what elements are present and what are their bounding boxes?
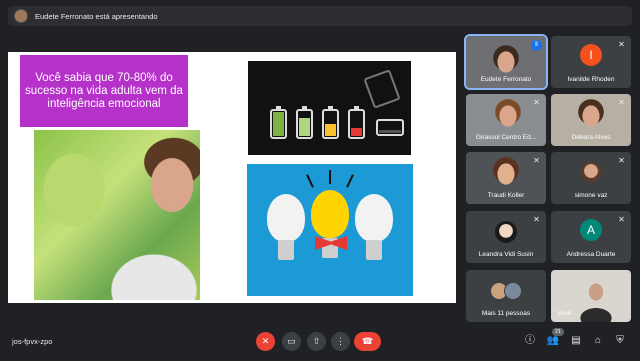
smiling-bulb-icon [311,190,349,238]
presenting-text: Eudete Ferronato está apresentando [35,11,158,21]
more-participants-tile[interactable]: Mais 11 pessoas [466,270,546,322]
participant-name: Andressa Duarte [566,251,616,258]
participant-name: Girassol Centro Ed... [475,134,537,141]
mic-off-icon: ✕ [533,215,540,224]
avatar: I [580,44,602,66]
participant-tile[interactable]: ✕ Traudi Koller [466,152,546,204]
light-bulbs-illustration [247,164,413,296]
avatar [581,162,601,182]
participant-name: simone vaz [574,192,608,199]
mic-off-icon: ✕ [618,156,625,165]
mic-off-icon[interactable]: ✕ [256,332,275,351]
meeting-code: jos-fpvx-zpo [12,337,53,346]
mic-off-icon: ✕ [533,156,540,165]
people-icon[interactable]: 👥 [546,334,560,348]
speaking-indicator-icon: ⦀ [531,40,542,51]
bulb-icon [267,194,305,242]
participant-tile[interactable]: ✕ simone vaz [551,152,631,204]
phone-icon [363,69,401,109]
participant-tile[interactable]: ✕ Debora Alves [551,94,631,146]
battery-icon [322,106,339,139]
host-controls-icon[interactable]: ⛨ [613,334,627,348]
presenter-avatar [14,9,28,23]
presenting-banner: Eudete Ferronato está apresentando [8,6,632,26]
battery-icon [270,106,287,139]
battery-icon [296,106,313,139]
avatar [495,221,517,243]
self-view-tile[interactable]: Você [551,270,631,322]
mic-off-icon: ✕ [618,40,625,49]
mic-off-icon: ✕ [618,215,625,224]
participant-name: Leandra Vidi Susin [478,251,534,258]
participant-name: Debora Alves [571,134,611,141]
battery-illustration [248,61,411,155]
more-participants-label: Mais 11 pessoas [481,310,531,317]
shared-slide: Você sabia que 70-80% do sucesso na vida… [8,52,456,303]
slide-quote: Você sabia que 70-80% do sucesso na vida… [20,55,188,127]
present-icon[interactable]: ⇧ [307,332,326,351]
participant-tile[interactable]: ⦀ Eudete Ferronato [464,34,548,90]
smiling-woman-photo [34,130,200,300]
battery-icon [348,106,365,139]
mic-off-icon: ✕ [533,98,540,107]
participant-name: Você [557,310,572,317]
avatar [504,282,522,300]
participant-name: Traudi Koller [487,192,525,199]
battery-icon [376,119,404,136]
participant-tile[interactable]: I ✕ Ivanilde Rhoden [551,36,631,88]
camera-icon[interactable]: ▭ [282,332,301,351]
participant-tile[interactable]: A ✕ Andressa Duarte [551,211,631,263]
activities-icon[interactable]: ⌂ [591,334,605,348]
bulb-icon [355,194,393,242]
participant-name: Ivanilde Rhoden [567,76,615,83]
avatar: A [580,219,602,241]
chat-icon[interactable]: ▤ [569,334,583,348]
participant-tile[interactable]: ✕ Girassol Centro Ed... [466,94,546,146]
info-icon[interactable]: ⓘ [523,334,537,348]
participant-name: Eudete Ferronato [480,76,532,83]
more-icon[interactable]: ⋮ [331,332,350,351]
participant-tile[interactable]: ✕ Leandra Vidi Susin [466,211,546,263]
end-call-icon[interactable]: ☎ [354,332,381,351]
mic-off-icon: ✕ [618,98,625,107]
